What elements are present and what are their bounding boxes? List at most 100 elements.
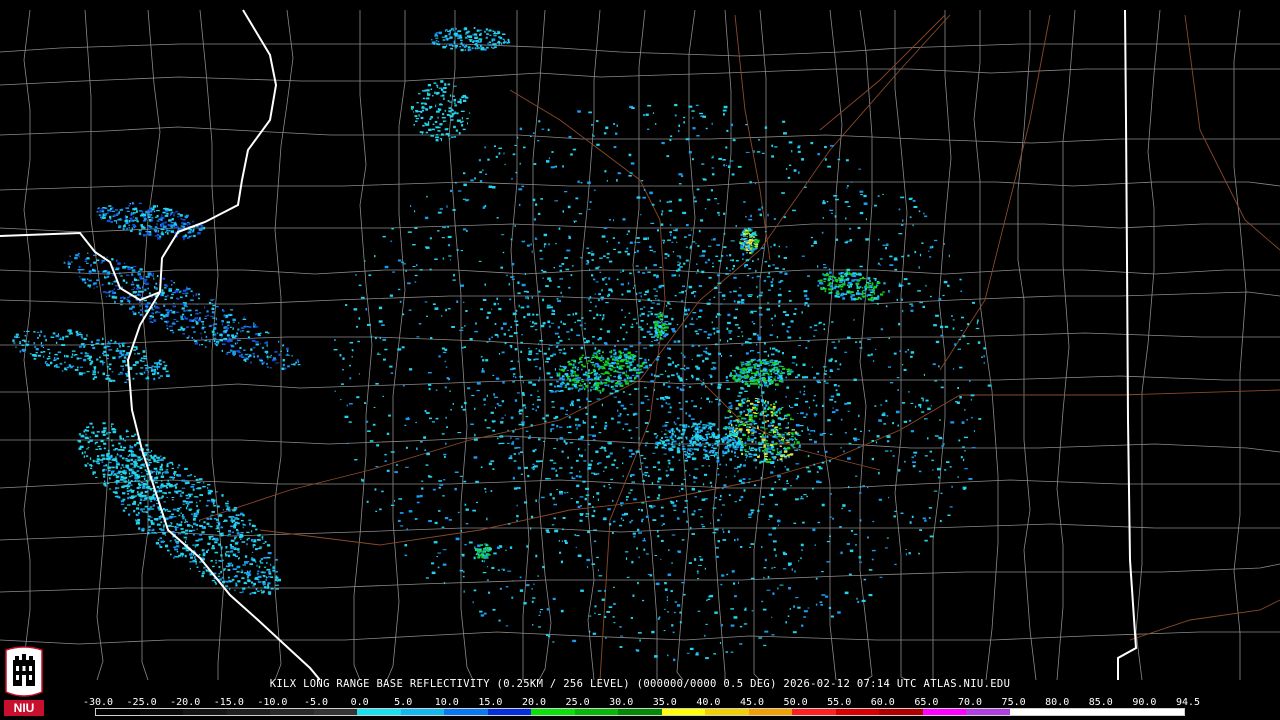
echo-pixel [706,397,709,400]
echo-pixel [713,653,717,655]
echo-pixel [164,231,167,233]
echo-pixel [199,561,201,563]
echo-pixel [824,146,827,149]
echo-pixel [207,484,211,486]
echo-pixel [701,523,704,526]
echo-pixel [404,554,408,557]
echo-pixel [438,480,443,482]
echo-pixel [117,218,121,221]
echo-pixel [500,266,503,269]
echo-pixel [674,364,676,367]
echo-pixel [119,209,123,211]
echo-pixel [890,450,892,452]
echo-pixel [605,283,608,285]
echo-pixel [349,341,354,344]
echo-pixel [128,301,131,304]
echo-pixel [151,366,153,370]
echo-pixel [941,445,944,447]
echo-pixel [708,299,711,301]
county-line [1135,9,1161,680]
echo-pixel [801,549,803,551]
echo-pixel [676,517,680,520]
echo-pixel [414,274,418,277]
echo-pixel [199,317,201,320]
echo-pixel [774,146,778,148]
echo-pixel [822,200,825,202]
echo-pixel [712,262,714,264]
echo-pixel [779,271,783,274]
echo-pixel [803,385,806,388]
echo-pixel [176,551,179,553]
echo-pixel [105,292,109,294]
echo-pixel [699,556,702,558]
echo-pixel [610,355,613,358]
echo-pixel [539,339,543,342]
echo-pixel [93,254,97,256]
echo-pixel [150,488,152,491]
echo-pixel [651,203,655,206]
echo-pixel [911,515,914,518]
echo-pixel [519,409,523,412]
echo-pixel [278,353,281,356]
echo-pixel [402,313,405,316]
echo-pixel [833,346,837,349]
echo-pixel [90,361,92,364]
echo-pixel [616,179,618,182]
echo-pixel [158,377,161,379]
echo-pixel [817,451,819,453]
echo-pixel [608,523,612,526]
echo-pixel [625,557,628,560]
echo-pixel [282,363,285,367]
echo-pixel [829,433,833,436]
echo-pixel [102,372,105,376]
echo-pixel [781,322,785,326]
echo-pixel [531,408,535,410]
echo-pixel [667,459,671,462]
echo-pixel [641,312,645,316]
echo-pixel [835,409,839,412]
echo-pixel [633,367,637,369]
echo-pixel [463,172,466,175]
echo-pixel [647,298,651,301]
echo-pixel [258,333,261,336]
echo-pixel [252,558,256,562]
echo-pixel [720,514,722,516]
echo-pixel [168,516,173,519]
echo-pixel [830,145,835,147]
echo-pixel [640,214,642,216]
echo-pixel [131,269,136,272]
echo-pixel [148,318,152,320]
echo-pixel [653,274,656,277]
echo-pixel [137,459,141,462]
echo-pixel [58,338,63,340]
echo-pixel [709,481,712,484]
echo-pixel [666,596,668,599]
echo-pixel [116,214,119,216]
echo-pixel [77,269,82,271]
echo-pixel [535,348,538,350]
echo-pixel [672,251,675,253]
echo-pixel [522,404,526,407]
echo-pixel [107,340,109,343]
echo-pixel [846,543,850,545]
echo-pixel [537,396,540,398]
echo-pixel [261,571,264,574]
echo-pixel [787,176,791,179]
echo-pixel [236,350,240,353]
echo-pixel [859,347,863,349]
echo-pixel [117,288,120,290]
echo-pixel [537,575,539,577]
echo-pixel [156,363,159,366]
county-line [141,9,161,680]
echo-pixel [499,435,504,438]
echo-pixel [605,126,609,130]
echo-pixel [713,296,716,298]
county-line [973,10,999,680]
echo-pixel [608,442,612,445]
echo-pixel [546,633,549,636]
echo-pixel [839,526,842,528]
echo-pixel [593,540,597,543]
echo-pixel [684,368,686,371]
echo-pixel [238,354,243,358]
echo-pixel [159,375,163,377]
